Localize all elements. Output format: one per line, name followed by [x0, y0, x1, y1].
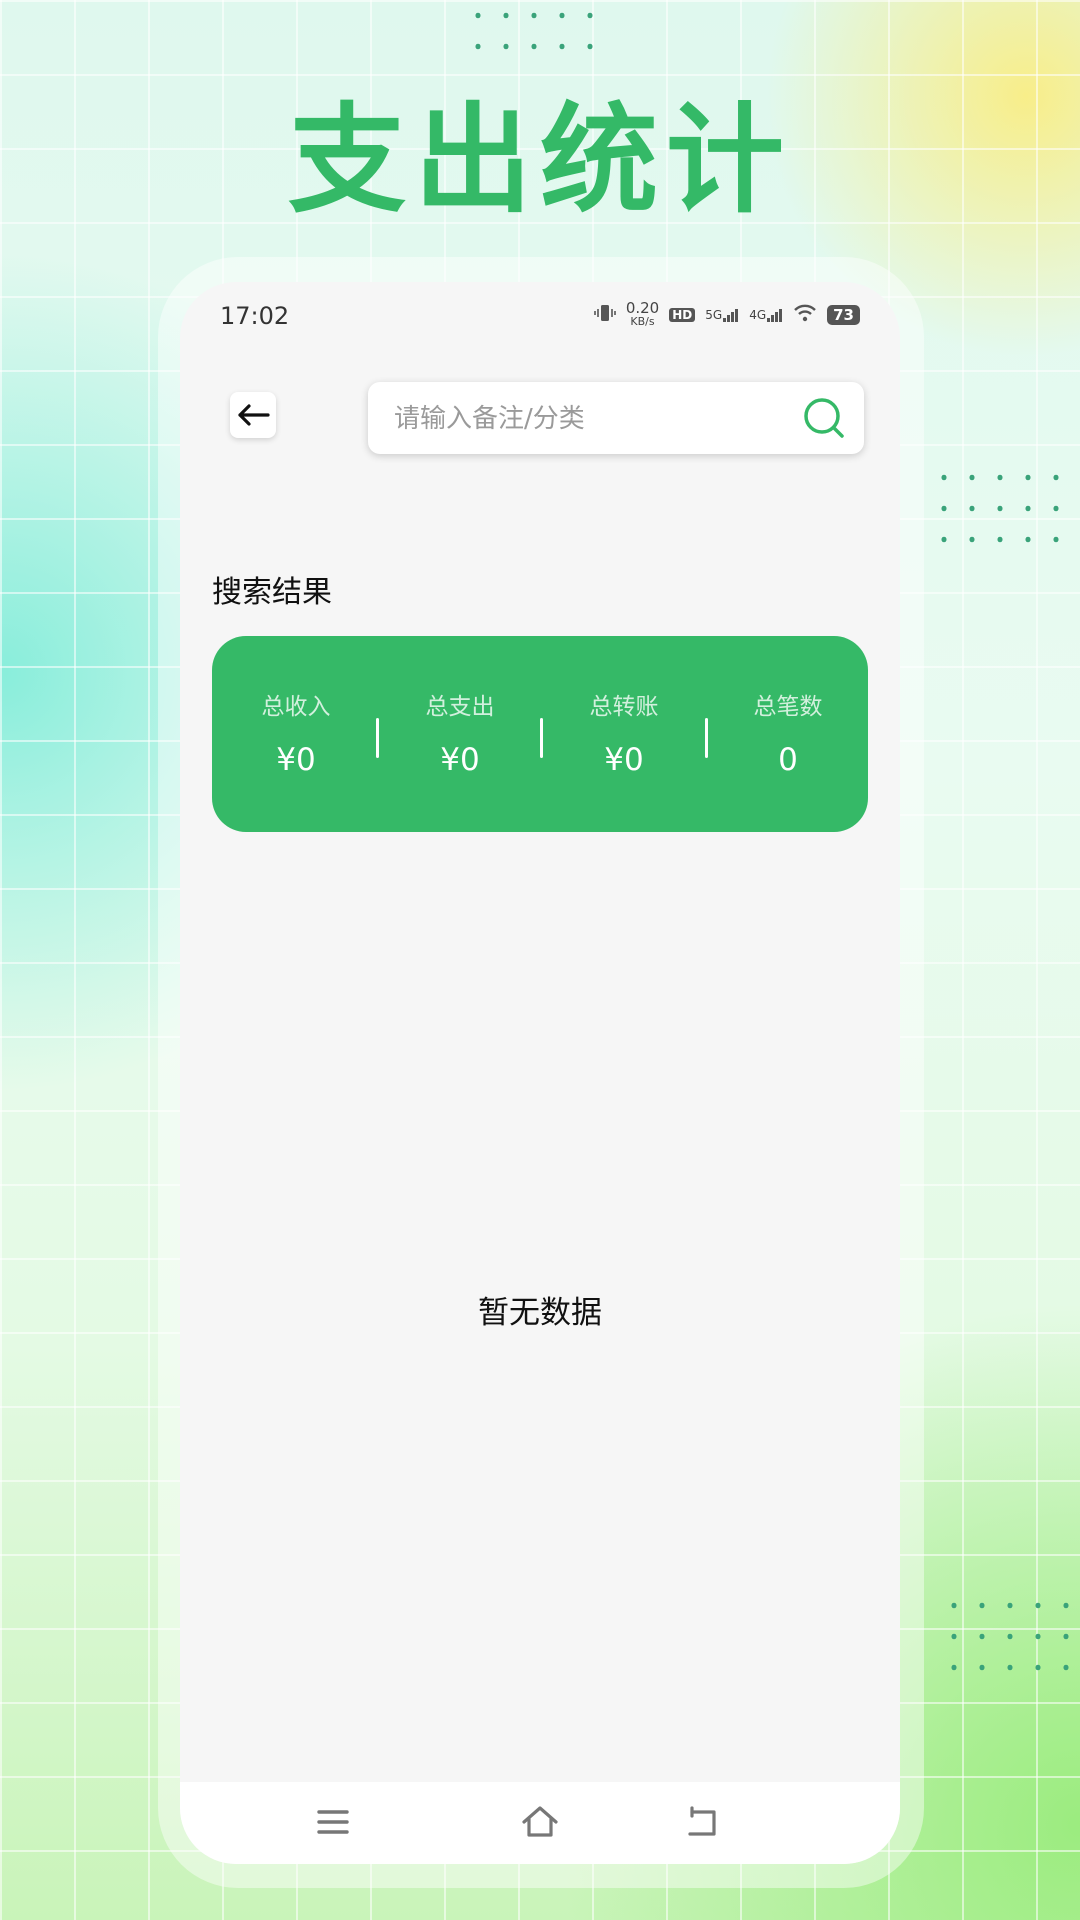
- home-icon[interactable]: [518, 1802, 562, 1842]
- back-button[interactable]: [230, 392, 276, 438]
- stat-label: 总收入: [261, 694, 331, 720]
- search-bar: [368, 382, 864, 454]
- hero-title: 支出统计: [287, 91, 792, 229]
- wifi-icon: [793, 304, 817, 326]
- decorative-dots: [930, 462, 1080, 546]
- decorative-dots: [940, 1590, 1080, 1690]
- status-time: 17:02: [220, 302, 290, 330]
- signal-5g-icon: 5G: [705, 308, 739, 322]
- divider: [705, 718, 708, 758]
- search-input[interactable]: [392, 396, 776, 442]
- stat-value: ¥0: [604, 742, 644, 778]
- stat-total-count: 总笔数 0: [718, 692, 858, 778]
- decorative-dots: [464, 0, 612, 62]
- section-title: 搜索结果: [212, 575, 332, 610]
- system-nav-bar: [180, 1782, 900, 1864]
- stat-value: 0: [778, 742, 798, 778]
- vibrate-icon: [594, 303, 616, 328]
- signal-4g-icon: 4G: [749, 308, 783, 322]
- phone-screen: 17:02 0.20 KB/s HD 5G 4G 73 请输入备注/分类 搜索结…: [180, 282, 900, 1864]
- divider: [376, 718, 379, 758]
- summary-card: 总收入 ¥0 总支出 ¥0 总转账 ¥0 总笔数 0: [212, 636, 868, 832]
- stat-total-income: 总收入 ¥0: [226, 692, 366, 778]
- hd-icon: HD: [669, 308, 696, 322]
- menu-icon[interactable]: [311, 1802, 355, 1842]
- net-speed: 0.20 KB/s: [625, 299, 660, 329]
- stat-value: ¥0: [276, 742, 316, 778]
- arrow-left-icon: [238, 404, 270, 426]
- stat-value: ¥0: [440, 742, 480, 778]
- divider: [540, 718, 543, 758]
- stat-label: 总笔数: [753, 694, 823, 720]
- stat-total-transfer: 总转账 ¥0: [554, 692, 694, 778]
- back-icon[interactable]: [680, 1802, 724, 1842]
- status-bar: 17:02 0.20 KB/s HD 5G 4G 73: [180, 282, 900, 352]
- stat-label: 总转账: [589, 694, 659, 720]
- stat-total-expense: 总支出 ¥0: [390, 692, 530, 778]
- empty-state-text: 暂无数据: [478, 1295, 602, 1331]
- search-icon[interactable]: [802, 396, 846, 440]
- stat-label: 总支出: [425, 694, 495, 720]
- battery-icon: 73: [827, 305, 860, 325]
- status-icons: 0.20 KB/s HD 5G 4G 73: [594, 299, 860, 329]
